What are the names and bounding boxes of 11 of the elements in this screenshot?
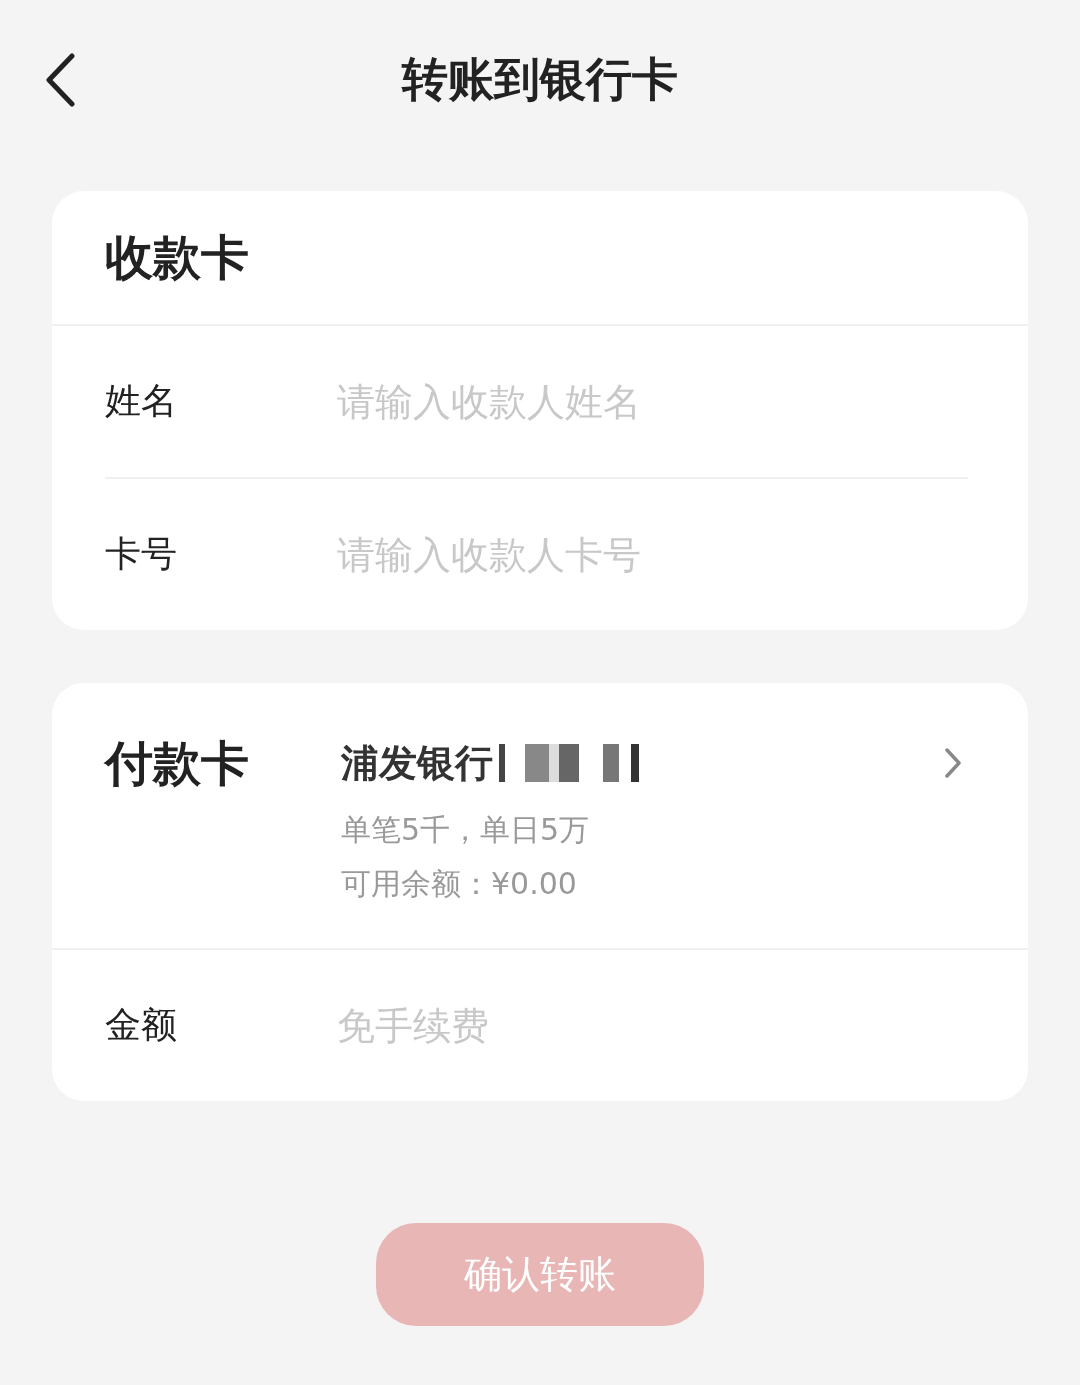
- field-label: 卡号: [105, 532, 178, 576]
- back-icon: [44, 53, 76, 107]
- field-label: 金额: [105, 1003, 178, 1047]
- field-label: 姓名: [105, 379, 178, 423]
- page-title: 转账到银行卡: [402, 51, 678, 108]
- card-title: 付款卡: [105, 734, 250, 793]
- bank-name: 浦发银行: [341, 739, 493, 787]
- card-title: 收款卡: [105, 227, 249, 287]
- balance-text: 可用余额：¥0.00: [341, 865, 578, 903]
- limit-text: 单笔5千，单日5万: [341, 811, 591, 849]
- chevron-right-icon: [944, 747, 962, 779]
